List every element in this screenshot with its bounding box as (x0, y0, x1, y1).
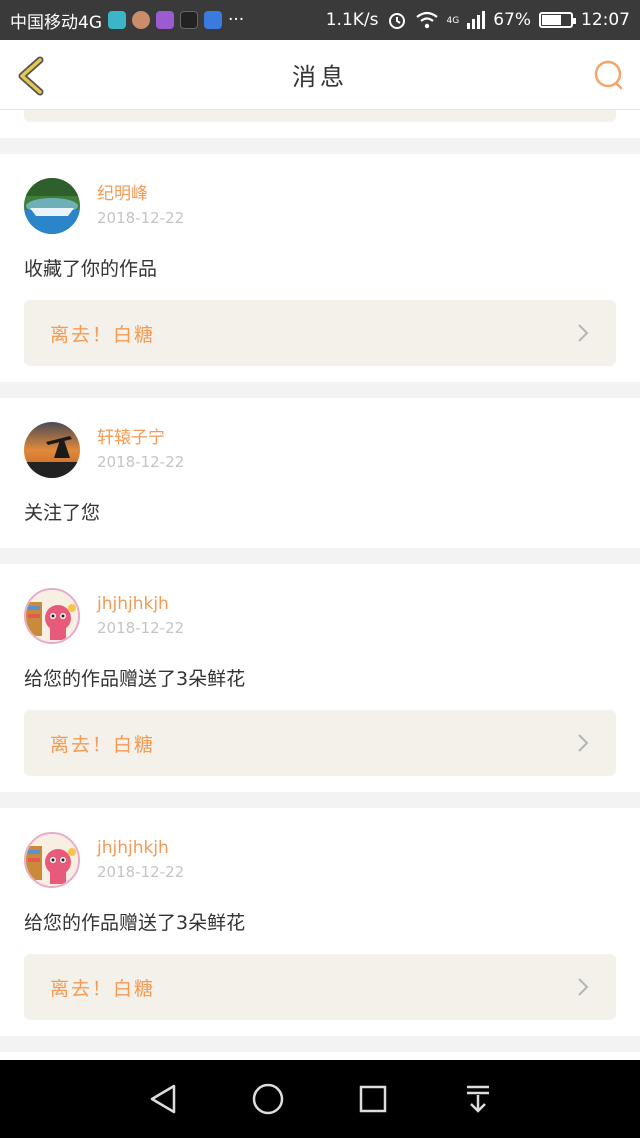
carrier-label: 中国移动4G (10, 12, 102, 33)
battery-percent: 67% (493, 10, 531, 30)
app-notification-icon (156, 11, 174, 29)
avatar[interactable] (24, 178, 80, 234)
back-triangle-icon (150, 1084, 175, 1114)
work-link[interactable]: 离去！白糖 (24, 300, 616, 366)
tiktok-icon (180, 11, 198, 29)
message-item: 纪明峰 2018-12-22 收藏了你的作品 离去！白糖 (0, 154, 640, 382)
search-button[interactable] (592, 58, 626, 92)
signal-icon (467, 11, 486, 29)
system-notification-button[interactable] (456, 1077, 500, 1121)
app-notification-icon (108, 11, 126, 29)
work-title: 离去！白糖 (50, 733, 156, 756)
work-link[interactable]: 离去！白糖 (24, 710, 616, 776)
message-date: 2018-12-22 (97, 619, 185, 637)
app-header: 消息 (0, 40, 640, 110)
message-action-text: 关注了您 (24, 502, 101, 524)
message-list[interactable]: 纪明峰 2018-12-22 收藏了你的作品 离去！白糖 轩辕子宁 2018-1… (0, 110, 640, 1060)
notification-pull-icon (466, 1085, 489, 1113)
network-speed: 1.1K/s (325, 10, 379, 30)
message-date: 2018-12-22 (97, 453, 185, 471)
chevron-right-icon (578, 734, 589, 752)
app-notification-icon (204, 11, 222, 29)
system-home-button[interactable] (246, 1077, 290, 1121)
previous-message-partial (0, 110, 640, 138)
recents-square-icon (359, 1085, 386, 1113)
message-action-text: 给您的作品赠送了3朵鲜花 (24, 912, 246, 934)
next-message-partial (0, 1052, 640, 1060)
username-link[interactable]: jhjhjhkjh (97, 836, 184, 860)
message-action-text: 给您的作品赠送了3朵鲜花 (24, 668, 246, 690)
page-title: 消息 (292, 63, 348, 91)
chevron-right-icon (578, 324, 589, 342)
alarm-icon (388, 13, 405, 29)
more-notifications-icon: ··· (228, 10, 245, 30)
system-nav-bar (0, 1060, 640, 1138)
back-chevron-icon (18, 56, 44, 96)
work-link[interactable]: 离去！白糖 (24, 954, 616, 1020)
message-item: 轩辕子宁 2018-12-22 关注了您 (0, 398, 640, 548)
username-link[interactable]: 纪明峰 (97, 182, 184, 206)
network-type: 4G (446, 16, 460, 26)
message-action-text: 收藏了你的作品 (24, 258, 158, 280)
avatar[interactable] (24, 422, 80, 478)
home-circle-icon (252, 1083, 283, 1115)
message-date: 2018-12-22 (97, 209, 185, 227)
work-title: 离去！白糖 (50, 323, 156, 346)
app-notification-icon (132, 11, 150, 29)
avatar[interactable] (24, 588, 80, 644)
clock: 12:07 (581, 10, 630, 30)
status-bar: 中国移动4G ··· 1.1K/s 4G 67% 12:07 (0, 0, 640, 40)
message-date: 2018-12-22 (97, 863, 185, 881)
back-button[interactable] (14, 56, 50, 96)
wifi-icon (415, 11, 438, 29)
message-item: jhjhjhkjh 2018-12-22 给您的作品赠送了3朵鲜花 离去！白糖 (0, 808, 640, 1036)
system-back-button[interactable] (141, 1077, 185, 1121)
username-link[interactable]: 轩辕子宁 (97, 426, 184, 450)
battery-icon (539, 12, 576, 28)
chevron-right-icon (578, 978, 589, 996)
system-recents-button[interactable] (351, 1077, 395, 1121)
message-item: jhjhjhkjh 2018-12-22 给您的作品赠送了3朵鲜花 离去！白糖 (0, 564, 640, 792)
username-link[interactable]: jhjhjhkjh (97, 592, 184, 616)
avatar[interactable] (24, 832, 80, 888)
search-icon (594, 60, 623, 90)
work-title: 离去！白糖 (50, 977, 156, 1000)
